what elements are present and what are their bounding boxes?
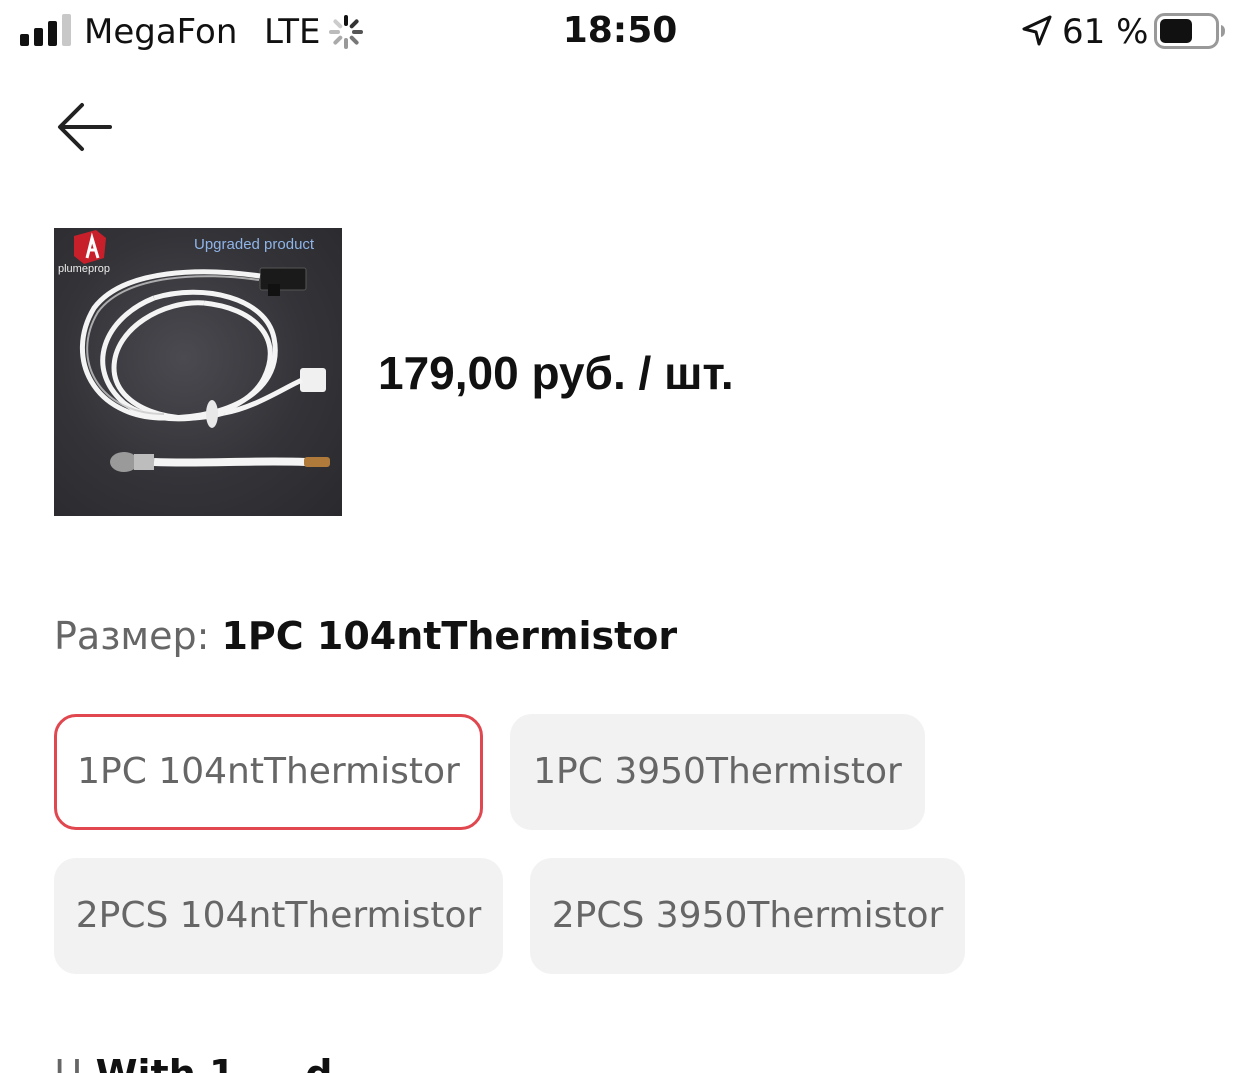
arrow-left-icon <box>58 103 112 151</box>
activity-spinner-icon <box>329 15 363 49</box>
back-button[interactable] <box>50 92 120 162</box>
brand-text: plumeprop <box>58 263 110 275</box>
brand-logo: plumeprop <box>58 230 110 275</box>
product-price: 179,00 руб. / шт. <box>378 347 734 399</box>
cellular-signal-icon <box>20 14 71 46</box>
next-option-label: Ц <box>54 1052 84 1073</box>
carrier-name: MegaFon <box>84 12 238 52</box>
size-chip-2pcs-104nt[interactable]: 2PCS 104ntThermistor <box>54 858 503 974</box>
product-image: plumeprop Upgraded product <box>54 228 342 516</box>
size-chip-1pc-104nt[interactable]: 1PC 104ntThermistor <box>54 714 483 830</box>
selected-size-value: 1PC 104ntThermistor <box>221 614 678 658</box>
size-chip-1pc-3950[interactable]: 1PC 3950Thermistor <box>510 714 925 830</box>
size-option-header: Размер: 1PC 104ntThermistor <box>54 610 677 662</box>
location-arrow-icon <box>1022 15 1052 46</box>
image-banner-text: Upgraded product <box>194 236 315 253</box>
status-time: 18:50 <box>562 10 678 51</box>
next-option-header: Ц With 1 ... d... <box>54 1048 754 1073</box>
size-label: Размер: <box>54 614 222 658</box>
status-bar: MegaFon LTE 18:50 61 % <box>0 0 1242 64</box>
size-chip-2pcs-3950[interactable]: 2PCS 3950Thermistor <box>530 858 965 974</box>
network-type: LTE <box>264 12 321 52</box>
battery-percentage: 61 % <box>1062 12 1149 52</box>
battery-icon <box>1154 13 1225 49</box>
thermistor-cable-photo: plumeprop Upgraded product <box>58 230 330 472</box>
next-option-value: With 1 ... d... <box>96 1052 376 1073</box>
